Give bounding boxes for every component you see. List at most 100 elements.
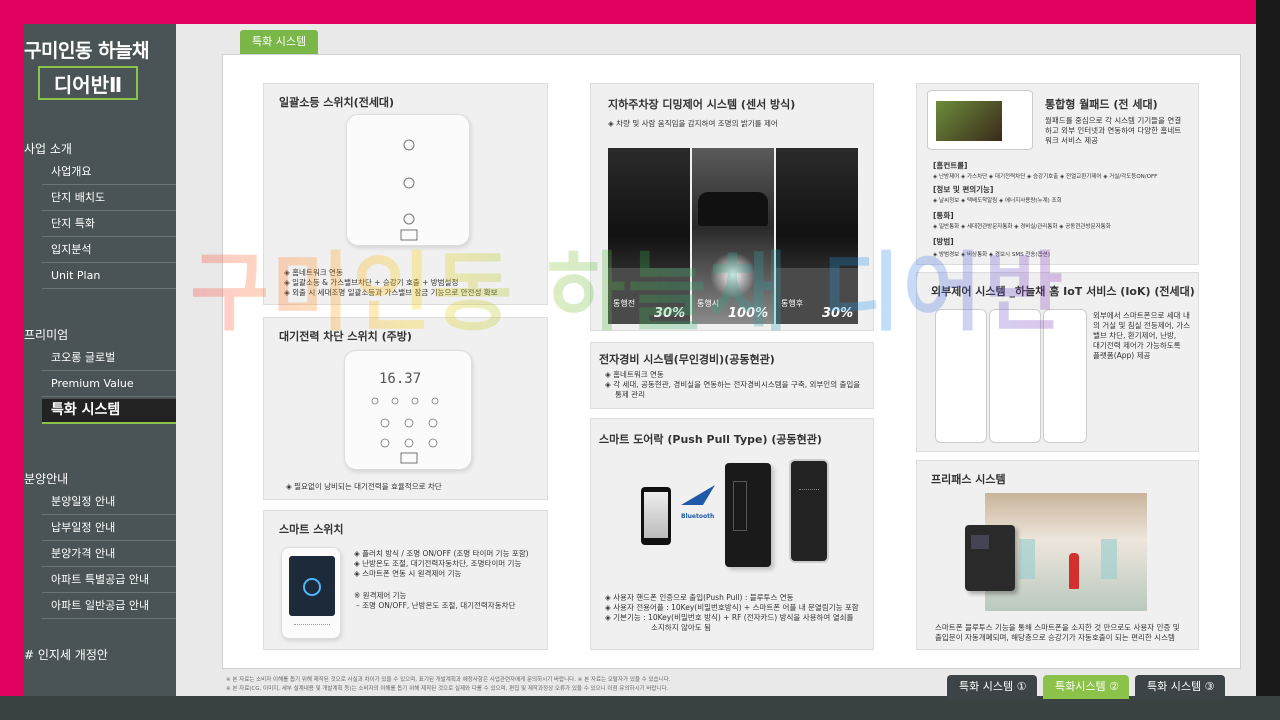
panel-title-wallpad: 통합형 월패드 (전 세대)	[1045, 98, 1158, 111]
door-lock-device-2	[789, 459, 829, 563]
panel-free-pass: 프리패스 시스템 스마트폰 블루투스 기능을 통해 스마트폰을 소지한 것 만으…	[916, 460, 1199, 650]
smart-switch-screen	[289, 556, 335, 616]
light-switch-line-3: ◈ 외출 시 세대조명 일괄소등과 가스밸브 잠금 기능으로 안전성 확보	[284, 288, 498, 297]
bottom-tab-special-system-1[interactable]: 특화 시스템 ①	[947, 675, 1037, 699]
panel-title-free-pass: 프리패스 시스템	[931, 473, 1006, 486]
door-lock-line-4: 소지하지 않아도 됨	[651, 623, 711, 632]
parking-image-during: 통행시 100%	[692, 148, 774, 324]
sidebar-item-premium-value[interactable]: Premium Value	[42, 372, 176, 397]
free-pass-line-2: 출입문이 자동개폐되며, 해당층으로 승강기가 자동호출이 되는 편리한 시스템	[935, 633, 1175, 642]
smart-switch-line-4: ※ 원격제어 기능	[354, 591, 407, 600]
standby-switch-buttons-icon	[371, 397, 439, 464]
sidebar-item-site-plan[interactable]: 단지 배치도	[42, 186, 176, 211]
iot-phone-2	[989, 309, 1041, 443]
smart-switch-keys	[294, 624, 330, 628]
panel-security: 전자경비 시스템(무인경비)(공동현관) ◈ 홈네트워크 연동 ◈ 각 세대, …	[590, 342, 874, 409]
frame-top-bar	[0, 0, 1280, 24]
sidebar-item-kolon-global[interactable]: 코오롱 글로벌	[42, 346, 176, 371]
smart-switch-line-3: ◈ 스마트폰 연동 시 원격제어 기능	[354, 569, 462, 578]
bluetooth-signal-icon	[681, 485, 715, 505]
standby-switch-line-1: ◈ 필요없이 낭비되는 대기전력을 효율적으로 차단	[286, 482, 442, 491]
panel-title-smart-switch: 스마트 스위치	[279, 523, 344, 536]
free-pass-panel-device	[965, 525, 1015, 591]
door-lock-phone	[641, 487, 671, 545]
section-stamp-tax[interactable]: # 인지세 개정안	[24, 646, 108, 663]
section-premium[interactable]: 프리미엄	[24, 326, 68, 343]
wallpad-group-3-text: ◈ 일반통화 ◈ 세대현관방문자통화 ◈ 경비실/관리통화 ◈ 공동현관방문자통…	[933, 224, 1111, 230]
sidebar: 구미인동 하늘채 디어반Ⅱ 사업 소개 사업개요 단지 배치도 단지 특화 입지…	[24, 24, 176, 696]
free-pass-line-1: 스마트폰 블루투스 기능을 통해 스마트폰을 소지한 것 만으로도 사용자 인증…	[935, 623, 1180, 632]
light-switch-line-1: ◈ 홈네트워크 연동	[284, 268, 343, 277]
parking-pct-before: 30%	[654, 306, 686, 321]
sidebar-item-price-info[interactable]: 분양가격 안내	[42, 542, 176, 567]
wallpad-group-1-text: ◈ 난방제어 ◈ 가스차단 ◈ 대기전력차단 ◈ 승강기호출 ◈ 전열교환기제어…	[933, 174, 1158, 180]
panel-title-security: 전자경비 시스템(무인경비)(공동현관)	[599, 353, 775, 366]
panel-iot: 외부제어 시스템 _하늘채 홈 IoT 서비스 (IoK) (전세대) 외부에서…	[916, 272, 1199, 452]
parking-label-after: 통행후	[781, 299, 804, 308]
wallpad-screen	[936, 101, 1002, 141]
wallpad-device	[927, 90, 1033, 150]
security-line-1: ◈ 홈네트워크 연동	[605, 370, 664, 379]
tab-special-system[interactable]: 특화 시스템	[240, 30, 319, 54]
parking-pct-during: 100%	[728, 306, 769, 321]
panel-title-standby-switch: 대기전력 차단 스위치 (주방)	[279, 330, 412, 343]
smart-switch-line-2: ◈ 난방온도 조절, 대기전력자동차단, 조명타이머 기능	[354, 559, 522, 568]
panel-smart-switch: 스마트 스위치 ◈ 플러치 방식 / 조명 ON/OFF (조명 타이머 기능 …	[263, 510, 548, 650]
panel-light-switch: 일괄소등 스위치(전세대) ◈ 홈네트워크 연동 ◈ 일괄소등 & 가스밸브차단…	[263, 83, 548, 305]
parking-car	[698, 192, 768, 226]
parking-image-after: 통행후 30%	[776, 148, 858, 324]
wallpad-desc-2: 하고 외부 인터넷과 연동하여 다양한 홈네트	[1045, 126, 1182, 135]
brand-title[interactable]: 구미인동 하늘채	[24, 36, 149, 63]
smart-switch-device	[281, 547, 341, 639]
iot-desc-1: 외부에서 스마트폰으로 세대 내	[1093, 311, 1190, 320]
sidebar-item-complex-special[interactable]: 단지 특화	[42, 212, 176, 237]
security-line-3: 통제 관리	[615, 390, 645, 399]
iot-phone-1	[935, 309, 987, 443]
brand-logo-box[interactable]: 디어반Ⅱ	[38, 66, 138, 100]
smart-switch-line-5: – 조명 ON/OFF, 난방온도 조절, 대기전력자동차단	[356, 601, 516, 610]
parking-desc: ◈ 차량 및 사람 움직임을 감지하여 조명의 밝기를 제어	[608, 119, 778, 128]
bluetooth-label: Bluetooth	[681, 513, 715, 520]
parking-label-during: 통행시	[697, 299, 720, 308]
sidebar-item-location[interactable]: 입지분석	[42, 238, 176, 263]
iot-phone-3	[1043, 309, 1087, 443]
sidebar-item-sales-schedule[interactable]: 분양일정 안내	[42, 490, 176, 515]
bottom-tab-special-system-2[interactable]: 특화시스템 ②	[1043, 675, 1129, 699]
door-lock-line-1: ◈ 사용자 핸드폰 인증으로 출입(Push Pull) : 블루투스 연동	[605, 593, 794, 602]
footnote-1: ※ 본 자료는 소비자 이해를 돕기 위해 제작된 것으로 사실과 차이가 있을…	[226, 677, 671, 683]
iot-desc-4: 대기전력 제어가 가능하도록	[1093, 341, 1181, 350]
door-lock-line-2: ◈ 사용자 전용어플 : 10Key(비밀번호방식) + 스마트폰 어플 내 문…	[605, 603, 859, 612]
parking-pct-after: 30%	[822, 306, 854, 321]
footnote-2: ※ 본 자료(CG, 이미지, 세부 설계내용 및 개발계획 등)는 소비자의 …	[226, 686, 669, 692]
wallpad-group-2-head: [정보 및 편의기능]	[933, 185, 994, 194]
door-lock-line-3: ◈ 기본기능 : 10Key(비밀번호 방식) + RF (전자카드) 방식을 …	[605, 613, 854, 622]
wallpad-group-4-text: ◈ 방범경보 ◈ 비상통화 ◈ 경보시 SMS 전송(옵션)	[933, 252, 1050, 258]
sidebar-item-payment-schedule[interactable]: 납부일정 안내	[42, 516, 176, 541]
panel-title-parking: 지하주차장 디밍제어 시스템 (센서 방식)	[608, 98, 796, 111]
smart-switch-bulb-icon	[303, 578, 321, 596]
light-switch-device	[346, 114, 470, 246]
iot-desc-5: 플랫폼(App) 제공	[1093, 351, 1151, 360]
sidebar-item-unit-plan[interactable]: Unit Plan	[42, 264, 176, 289]
bottom-tab-special-system-3[interactable]: 특화 시스템 ③	[1135, 675, 1225, 699]
wallpad-desc-3: 워크 서비스 제공	[1045, 136, 1099, 145]
sidebar-item-general-supply[interactable]: 아파트 일반공급 안내	[42, 594, 176, 619]
section-business-intro[interactable]: 사업 소개	[24, 140, 72, 157]
panel-parking-dimming: 지하주차장 디밍제어 시스템 (센서 방식) ◈ 차량 및 사람 움직임을 감지…	[590, 83, 874, 331]
free-pass-person	[1069, 553, 1079, 589]
security-line-2: ◈ 각 세대, 공동현관, 경비실을 연동하는 전자경비시스템을 구축, 외부인…	[605, 380, 861, 389]
wallpad-group-1-head: [홈컨트롤]	[933, 161, 968, 170]
panel-title-light-switch: 일괄소등 스위치(전세대)	[279, 96, 395, 109]
door-lock-device-1	[725, 463, 771, 567]
frame-bottom-bar	[0, 696, 1280, 720]
sidebar-item-overview[interactable]: 사업개요	[42, 160, 176, 185]
wallpad-group-4-head: [방범]	[933, 237, 954, 246]
standby-switch-display: 16.37	[379, 371, 422, 387]
section-sales-info[interactable]: 분양안내	[24, 470, 68, 487]
wallpad-group-3-head: [통화]	[933, 211, 954, 220]
parking-image-before: 통행전 30%	[608, 148, 690, 324]
panel-wallpad: 통합형 월패드 (전 세대) 월패드를 중심으로 각 시스템 기기들을 연결 하…	[916, 83, 1199, 265]
sidebar-item-special-supply[interactable]: 아파트 특별공급 안내	[42, 568, 176, 593]
sidebar-item-special-system[interactable]: 특화 시스템	[42, 399, 176, 424]
light-switch-line-2: ◈ 일괄소등 & 가스밸브차단 + 승강기 호출 + 방범설정	[284, 278, 459, 287]
